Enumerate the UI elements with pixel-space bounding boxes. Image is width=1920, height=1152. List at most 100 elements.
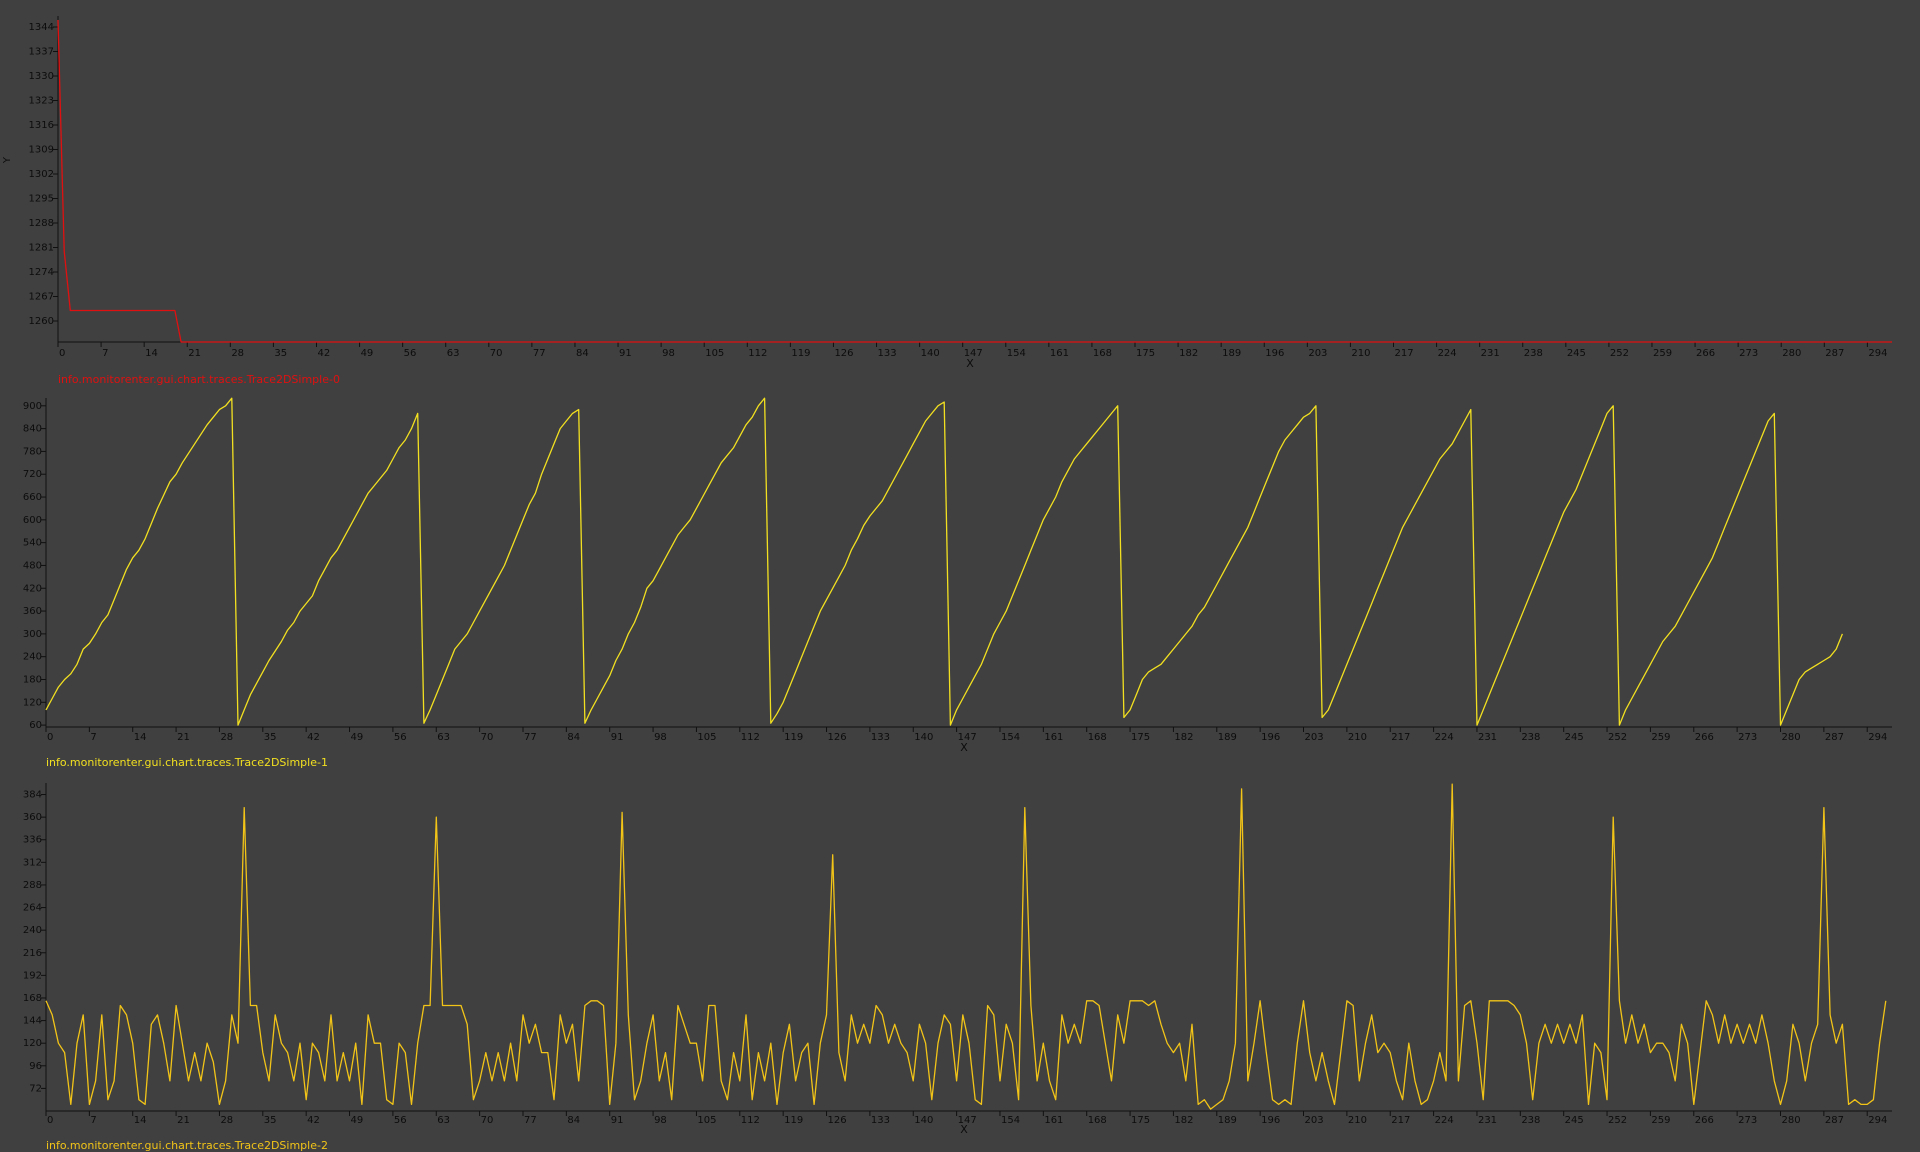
x-tick-label: 105 bbox=[705, 348, 724, 359]
x-tick-label: 224 bbox=[1438, 348, 1457, 359]
y-tick-label: 1274 bbox=[29, 267, 54, 278]
x-tick-label: 63 bbox=[437, 1115, 450, 1126]
x-axis-label: X bbox=[960, 1123, 968, 1136]
x-tick-label: 273 bbox=[1738, 732, 1757, 743]
y-tick-label: 480 bbox=[23, 560, 42, 571]
x-tick-label: 0 bbox=[59, 348, 65, 359]
x-tick-label: 168 bbox=[1088, 1115, 1107, 1126]
y-tick-label: 60 bbox=[29, 720, 42, 731]
x-tick-label: 245 bbox=[1565, 1115, 1584, 1126]
x-tick-label: 224 bbox=[1435, 1115, 1454, 1126]
series-line bbox=[57, 19, 1892, 343]
x-tick-label: 294 bbox=[1868, 732, 1887, 743]
x-tick-label: 196 bbox=[1265, 348, 1284, 359]
x-tick-label: 203 bbox=[1305, 1115, 1324, 1126]
x-tick-label: 35 bbox=[274, 348, 287, 359]
x-tick-label: 294 bbox=[1868, 1115, 1887, 1126]
x-tick-label: 105 bbox=[697, 1115, 716, 1126]
y-tick-label: 420 bbox=[23, 583, 42, 594]
x-tick-label: 189 bbox=[1218, 1115, 1237, 1126]
x-tick-label: 84 bbox=[576, 348, 589, 359]
y-tick-label: 216 bbox=[23, 948, 42, 959]
x-tick-label: 245 bbox=[1567, 348, 1586, 359]
x-tick-label: 70 bbox=[490, 348, 503, 359]
x-tick-label: 56 bbox=[394, 732, 407, 743]
x-tick-label: 266 bbox=[1696, 348, 1715, 359]
x-tick-label: 161 bbox=[1044, 732, 1063, 743]
x-tick-label: 280 bbox=[1781, 1115, 1800, 1126]
x-tick-label: 280 bbox=[1781, 732, 1800, 743]
x-tick-label: 112 bbox=[748, 348, 767, 359]
x-tick-label: 91 bbox=[611, 732, 624, 743]
y-tick-label: 336 bbox=[23, 835, 42, 846]
x-tick-label: 84 bbox=[567, 732, 580, 743]
x-tick-label: 266 bbox=[1695, 1115, 1714, 1126]
x-tick-label: 259 bbox=[1653, 348, 1672, 359]
x-tick-label: 98 bbox=[654, 1115, 667, 1126]
x-tick-label: 175 bbox=[1131, 732, 1150, 743]
x-tick-label: 238 bbox=[1521, 732, 1540, 743]
x-tick-label: 56 bbox=[404, 348, 417, 359]
x-tick-label: 49 bbox=[351, 1115, 364, 1126]
x-tick-label: 245 bbox=[1565, 732, 1584, 743]
x-tick-label: 7 bbox=[90, 1115, 96, 1126]
y-tick-label: 384 bbox=[23, 790, 42, 801]
y-tick-label: 168 bbox=[23, 993, 42, 1004]
x-tick-label: 28 bbox=[220, 1115, 233, 1126]
x-tick-label: 238 bbox=[1524, 348, 1543, 359]
x-tick-label: 126 bbox=[834, 348, 853, 359]
y-tick-label: 1337 bbox=[29, 47, 54, 58]
x-tick-label: 84 bbox=[567, 1115, 580, 1126]
x-tick-label: 77 bbox=[524, 732, 537, 743]
x-tick-label: 259 bbox=[1651, 1115, 1670, 1126]
x-tick-label: 105 bbox=[697, 732, 716, 743]
x-tick-label: 77 bbox=[533, 348, 546, 359]
y-tick-label: 264 bbox=[23, 903, 42, 914]
x-tick-label: 182 bbox=[1174, 1115, 1193, 1126]
x-tick-label: 168 bbox=[1093, 348, 1112, 359]
x-tick-label: 35 bbox=[264, 1115, 277, 1126]
legend-label: info.monitorenter.gui.chart.traces.Trace… bbox=[46, 1139, 328, 1152]
x-tick-label: 273 bbox=[1739, 348, 1758, 359]
x-tick-label: 112 bbox=[741, 732, 760, 743]
x-tick-label: 196 bbox=[1261, 1115, 1280, 1126]
y-tick-label: 96 bbox=[29, 1061, 42, 1072]
x-tick-label: 7 bbox=[90, 732, 96, 743]
y-axis-label: Y bbox=[2, 156, 13, 164]
y-tick-label: 360 bbox=[23, 812, 42, 823]
x-tick-label: 56 bbox=[394, 1115, 407, 1126]
x-tick-label: 259 bbox=[1651, 732, 1670, 743]
x-tick-label: 203 bbox=[1308, 348, 1327, 359]
y-tick-label: 192 bbox=[23, 970, 42, 981]
y-tick-label: 120 bbox=[23, 697, 42, 708]
x-tick-label: 49 bbox=[351, 732, 364, 743]
y-tick-label: 780 bbox=[23, 446, 42, 457]
x-tick-label: 231 bbox=[1481, 348, 1500, 359]
series-line bbox=[45, 397, 1844, 726]
legend-label: info.monitorenter.gui.chart.traces.Trace… bbox=[58, 373, 340, 386]
x-tick-label: 91 bbox=[619, 348, 632, 359]
x-tick-label: 21 bbox=[177, 732, 190, 743]
x-tick-label: 35 bbox=[264, 732, 277, 743]
y-tick-label: 1309 bbox=[29, 145, 54, 156]
x-tick-label: 14 bbox=[134, 1115, 147, 1126]
x-tick-label: 126 bbox=[828, 1115, 847, 1126]
x-tick-label: 224 bbox=[1435, 732, 1454, 743]
x-tick-label: 133 bbox=[871, 732, 890, 743]
y-tick-label: 1316 bbox=[29, 120, 54, 131]
x-tick-label: 140 bbox=[921, 348, 940, 359]
y-tick-label: 1288 bbox=[29, 218, 54, 229]
x-tick-label: 189 bbox=[1222, 348, 1241, 359]
x-tick-label: 217 bbox=[1391, 1115, 1410, 1126]
x-axis-label: X bbox=[960, 741, 968, 754]
x-tick-label: 154 bbox=[1007, 348, 1026, 359]
x-tick-label: 210 bbox=[1348, 732, 1367, 743]
x-tick-label: 42 bbox=[307, 732, 320, 743]
x-tick-label: 238 bbox=[1521, 1115, 1540, 1126]
series-line bbox=[45, 783, 1887, 1110]
chart-canvas: 0 7 14 21 28 35 42 49 56 63 70 77 84 91 98 105 112 119 126… bbox=[2, 16, 1892, 1152]
y-tick-label: 1267 bbox=[29, 292, 54, 303]
x-tick-label: 14 bbox=[145, 348, 158, 359]
x-tick-label: 7 bbox=[102, 348, 108, 359]
y-tick-label: 840 bbox=[23, 424, 42, 435]
